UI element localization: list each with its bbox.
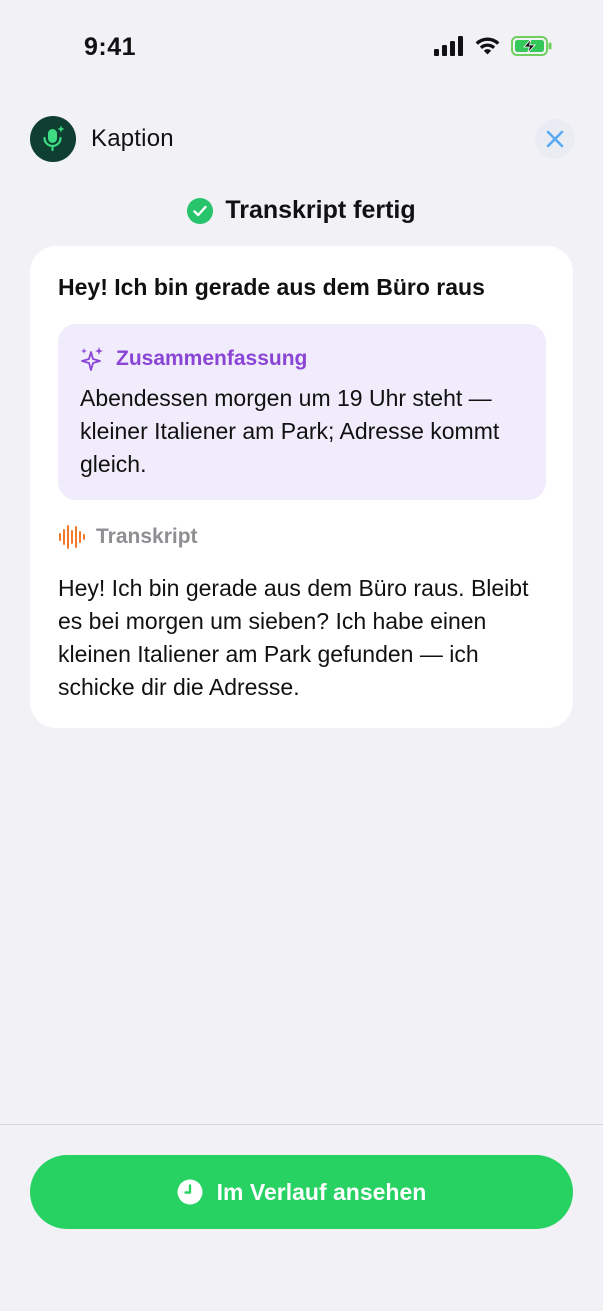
transcript-label: Transkript — [96, 525, 198, 548]
status-icons — [434, 36, 553, 56]
footer-divider — [0, 1124, 603, 1125]
wifi-icon — [475, 37, 500, 55]
app-name: Kaption — [91, 125, 174, 152]
status-bar: 9:41 — [0, 0, 603, 96]
message-card: Hey! Ich bin gerade aus dem Büro raus Zu… — [30, 246, 573, 728]
clock-icon — [177, 1179, 203, 1205]
signal-icon — [434, 36, 463, 56]
view-history-button[interactable]: Im Verlauf ansehen — [30, 1155, 573, 1229]
check-circle-icon — [187, 197, 214, 224]
transcript-text: Hey! Ich bin gerade aus dem Büro raus. B… — [58, 575, 529, 700]
summary-header: Zusammenfassung — [80, 346, 307, 372]
transcript-header: Transkript — [58, 524, 198, 550]
battery-charging-icon — [511, 36, 552, 56]
summary-label: Zusammenfassung — [116, 347, 308, 370]
status-time: 9:41 — [84, 33, 137, 61]
status-label: Transkript fertig — [225, 196, 416, 224]
sparkles-icon — [81, 347, 103, 371]
summary-box: Zusammenfassung Abendessen morgen um 19 … — [58, 324, 546, 500]
waveform-icon — [59, 525, 85, 549]
message-title: Hey! Ich bin gerade aus dem Büro raus — [58, 274, 485, 300]
app-header: Kaption — [30, 116, 575, 162]
close-button[interactable] — [535, 119, 575, 159]
close-icon — [546, 130, 564, 148]
screen: 9:41 Kaption Transkript fertig Hey! Ich … — [0, 0, 603, 1311]
view-history-label: Im Verlauf ansehen — [216, 1178, 427, 1205]
summary-text: Abendessen morgen um 19 Uhr steht — klei… — [80, 385, 500, 477]
transcript-status: Transkript fertig — [0, 196, 603, 225]
microphone-sparkle-icon — [30, 116, 76, 162]
